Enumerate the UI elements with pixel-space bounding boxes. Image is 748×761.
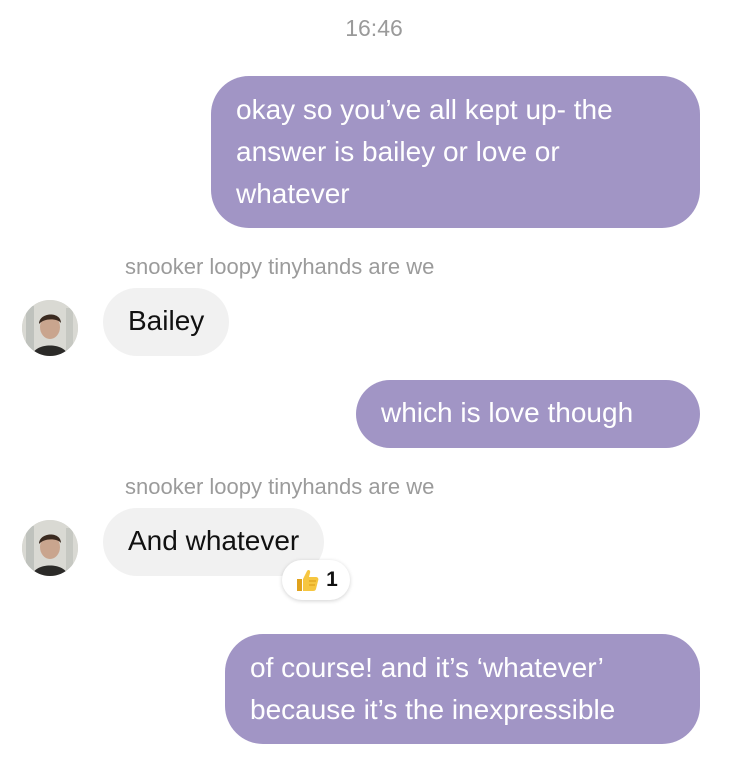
- avatar[interactable]: [22, 520, 78, 576]
- sender-name: snooker loopy tinyhands are we: [125, 254, 435, 279]
- reaction-count: 1: [326, 568, 338, 591]
- sender-name: snooker loopy tinyhands are we: [125, 474, 435, 499]
- message-text: which is love though: [381, 397, 634, 428]
- thumbs-up-icon: [297, 569, 319, 591]
- incoming-message-bubble[interactable]: Bailey: [103, 288, 230, 356]
- message-text: And whatever: [128, 525, 300, 556]
- avatar-photo-icon: [22, 520, 78, 576]
- avatar[interactable]: [22, 300, 78, 356]
- message-text: of course! and it’s ‘whatever’ because i…: [250, 652, 616, 725]
- reaction-badge[interactable]: 1: [282, 560, 350, 600]
- message-text: Bailey: [128, 305, 205, 336]
- outgoing-message-bubble[interactable]: which is love though: [356, 380, 700, 448]
- avatar-photo-icon: [22, 300, 78, 356]
- timestamp: 16:46: [345, 15, 403, 41]
- outgoing-message-bubble[interactable]: okay so you’ve all kept up- the answer i…: [211, 76, 700, 228]
- message-text: okay so you’ve all kept up- the answer i…: [236, 94, 613, 209]
- outgoing-message-bubble[interactable]: of course! and it’s ‘whatever’ because i…: [225, 634, 700, 744]
